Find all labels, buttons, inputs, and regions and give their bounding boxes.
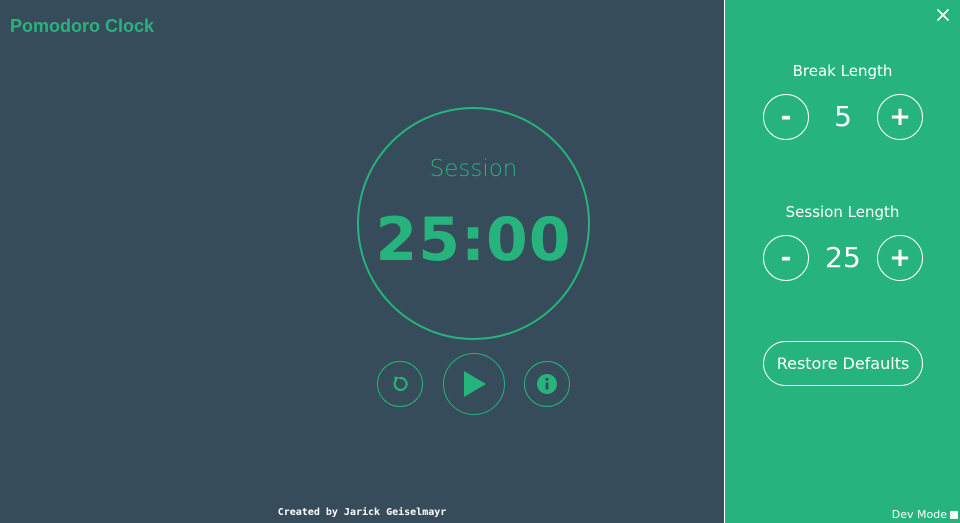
app-title: Pomodoro Clock <box>10 16 155 36</box>
info-button[interactable] <box>524 361 570 407</box>
clock-display: Session 25:00 <box>357 107 590 340</box>
reset-button[interactable] <box>377 361 423 407</box>
close-button[interactable] <box>934 6 952 24</box>
play-icon <box>464 371 486 397</box>
break-length-value: 5 <box>834 100 852 133</box>
clock-label: Session <box>429 156 518 182</box>
dev-mode-label: Dev Mode <box>891 508 947 521</box>
footer-credit: Created by Jarick Geiselmayr <box>277 507 447 518</box>
dev-mode-toggle[interactable]: Dev Mode <box>892 508 958 522</box>
restore-defaults-button[interactable]: Restore Defaults <box>763 341 923 386</box>
info-icon <box>537 374 557 394</box>
clock-time: 25:00 <box>375 205 572 275</box>
session-length-label: Session Length <box>785 203 900 221</box>
session-length-value: 25 <box>825 241 861 274</box>
break-length-label: Break Length <box>792 62 893 80</box>
session-decrement-button[interactable]: - <box>763 235 809 281</box>
break-increment-button[interactable]: + <box>877 94 923 140</box>
settings-panel: Break Length - 5 + Session Length - 25 +… <box>724 0 960 523</box>
dev-mode-checkbox[interactable] <box>950 511 958 519</box>
play-button[interactable] <box>443 353 505 415</box>
break-decrement-button[interactable]: - <box>763 94 809 140</box>
reset-icon <box>393 376 408 392</box>
session-increment-button[interactable]: + <box>877 235 923 281</box>
close-icon <box>937 9 949 21</box>
